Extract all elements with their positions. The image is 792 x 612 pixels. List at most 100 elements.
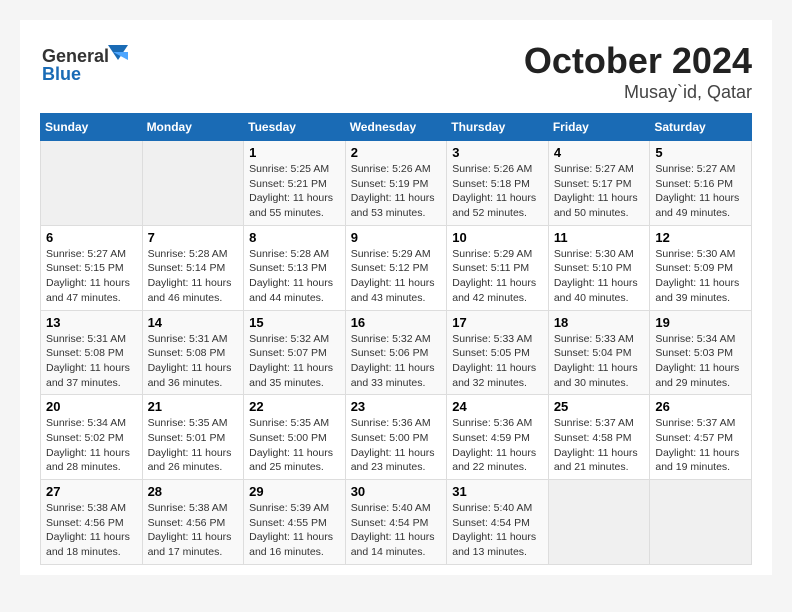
day-number: 9 (351, 230, 442, 245)
cell-info: Sunrise: 5:29 AMSunset: 5:11 PMDaylight:… (452, 247, 543, 306)
day-number: 13 (46, 315, 137, 330)
calendar-cell: 2 Sunrise: 5:26 AMSunset: 5:19 PMDaylight… (345, 141, 447, 226)
calendar-cell: 19 Sunrise: 5:34 AMSunset: 5:03 PMDayligh… (650, 310, 752, 395)
header-row: Sunday Monday Tuesday Wednesday Thursday… (41, 114, 752, 141)
col-sunday: Sunday (41, 114, 143, 141)
day-number: 14 (148, 315, 239, 330)
day-number: 28 (148, 484, 239, 499)
calendar-cell: 24 Sunrise: 5:36 AMSunset: 4:59 PMDayligh… (447, 395, 549, 480)
calendar-cell: 17 Sunrise: 5:33 AMSunset: 5:05 PMDayligh… (447, 310, 549, 395)
calendar-page: General Blue October 2024 Musay`id, Qata… (20, 20, 772, 575)
cell-info: Sunrise: 5:40 AMSunset: 4:54 PMDaylight:… (351, 501, 442, 560)
calendar-cell: 6Sunrise: 5:27 AMSunset: 5:15 PMDaylight… (41, 225, 143, 310)
day-number: 6 (46, 230, 137, 245)
calendar-cell: 13Sunrise: 5:31 AMSunset: 5:08 PMDayligh… (41, 310, 143, 395)
calendar-row: 27 Sunrise: 5:38 AMSunset: 4:56 PMDayligh… (41, 480, 752, 565)
calendar-cell (548, 480, 650, 565)
cell-info: Sunrise: 5:28 AMSunset: 5:14 PMDaylight:… (148, 247, 239, 306)
cell-info: Sunrise: 5:27 AMSunset: 5:17 PMDaylight:… (554, 162, 645, 221)
day-number: 18 (554, 315, 645, 330)
day-number: 16 (351, 315, 442, 330)
cell-info: Sunrise: 5:32 AMSunset: 5:07 PMDaylight:… (249, 332, 340, 391)
day-number: 22 (249, 399, 340, 414)
cell-info: Sunrise: 5:27 AMSunset: 5:16 PMDaylight:… (655, 162, 746, 221)
cell-info: Sunrise: 5:37 AMSunset: 4:58 PMDaylight:… (554, 416, 645, 475)
cell-info: Sunrise: 5:37 AMSunset: 4:57 PMDaylight:… (655, 416, 746, 475)
cell-info: Sunrise: 5:38 AMSunset: 4:56 PMDaylight:… (46, 501, 137, 560)
cell-info: Sunrise: 5:29 AMSunset: 5:12 PMDaylight:… (351, 247, 442, 306)
logo: General Blue (40, 40, 130, 85)
calendar-table: Sunday Monday Tuesday Wednesday Thursday… (40, 113, 752, 565)
day-number: 31 (452, 484, 543, 499)
calendar-cell: 22 Sunrise: 5:35 AMSunset: 5:00 PMDayligh… (244, 395, 346, 480)
calendar-cell: 23 Sunrise: 5:36 AMSunset: 5:00 PMDayligh… (345, 395, 447, 480)
cell-info: Sunrise: 5:34 AMSunset: 5:02 PMDaylight:… (46, 416, 137, 475)
logo-svg: General Blue (40, 40, 130, 85)
day-number: 17 (452, 315, 543, 330)
col-saturday: Saturday (650, 114, 752, 141)
calendar-cell: 12Sunrise: 5:30 AMSunset: 5:09 PMDayligh… (650, 225, 752, 310)
cell-info: Sunrise: 5:34 AMSunset: 5:03 PMDaylight:… (655, 332, 746, 391)
day-number: 1 (249, 145, 340, 160)
calendar-cell: 5Sunrise: 5:27 AMSunset: 5:16 PMDaylight… (650, 141, 752, 226)
col-friday: Friday (548, 114, 650, 141)
calendar-row: 6Sunrise: 5:27 AMSunset: 5:15 PMDaylight… (41, 225, 752, 310)
day-number: 25 (554, 399, 645, 414)
day-number: 20 (46, 399, 137, 414)
cell-info: Sunrise: 5:33 AMSunset: 5:04 PMDaylight:… (554, 332, 645, 391)
day-number: 21 (148, 399, 239, 414)
calendar-cell: 16 Sunrise: 5:32 AMSunset: 5:06 PMDayligh… (345, 310, 447, 395)
month-title: October 2024 (524, 40, 752, 82)
day-number: 10 (452, 230, 543, 245)
cell-info: Sunrise: 5:30 AMSunset: 5:10 PMDaylight:… (554, 247, 645, 306)
title-block: October 2024 Musay`id, Qatar (524, 40, 752, 103)
svg-text:Blue: Blue (42, 64, 81, 84)
day-number: 4 (554, 145, 645, 160)
calendar-cell: 25 Sunrise: 5:37 AMSunset: 4:58 PMDayligh… (548, 395, 650, 480)
day-number: 7 (148, 230, 239, 245)
cell-info: Sunrise: 5:36 AMSunset: 5:00 PMDaylight:… (351, 416, 442, 475)
day-number: 8 (249, 230, 340, 245)
col-tuesday: Tuesday (244, 114, 346, 141)
day-number: 30 (351, 484, 442, 499)
calendar-cell: 26 Sunrise: 5:37 AMSunset: 4:57 PMDayligh… (650, 395, 752, 480)
calendar-cell (650, 480, 752, 565)
calendar-cell: 8 Sunrise: 5:28 AMSunset: 5:13 PMDaylight… (244, 225, 346, 310)
cell-info: Sunrise: 5:30 AMSunset: 5:09 PMDaylight:… (655, 247, 746, 306)
day-number: 29 (249, 484, 340, 499)
day-number: 19 (655, 315, 746, 330)
day-number: 27 (46, 484, 137, 499)
calendar-cell: 10 Sunrise: 5:29 AMSunset: 5:11 PMDayligh… (447, 225, 549, 310)
day-number: 26 (655, 399, 746, 414)
cell-info: Sunrise: 5:32 AMSunset: 5:06 PMDaylight:… (351, 332, 442, 391)
calendar-row: 1 Sunrise: 5:25 AMSunset: 5:21 PMDaylight… (41, 141, 752, 226)
cell-info: Sunrise: 5:26 AMSunset: 5:19 PMDaylight:… (351, 162, 442, 221)
calendar-cell: 3 Sunrise: 5:26 AMSunset: 5:18 PMDaylight… (447, 141, 549, 226)
cell-info: Sunrise: 5:38 AMSunset: 4:56 PMDaylight:… (148, 501, 239, 560)
cell-info: Sunrise: 5:25 AMSunset: 5:21 PMDaylight:… (249, 162, 340, 221)
calendar-cell: 27 Sunrise: 5:38 AMSunset: 4:56 PMDayligh… (41, 480, 143, 565)
cell-info: Sunrise: 5:35 AMSunset: 5:00 PMDaylight:… (249, 416, 340, 475)
cell-info: Sunrise: 5:36 AMSunset: 4:59 PMDaylight:… (452, 416, 543, 475)
day-number: 3 (452, 145, 543, 160)
cell-info: Sunrise: 5:40 AMSunset: 4:54 PMDaylight:… (452, 501, 543, 560)
cell-info: Sunrise: 5:26 AMSunset: 5:18 PMDaylight:… (452, 162, 543, 221)
calendar-cell: 21Sunrise: 5:35 AMSunset: 5:01 PMDayligh… (142, 395, 244, 480)
day-number: 23 (351, 399, 442, 414)
calendar-cell: 30 Sunrise: 5:40 AMSunset: 4:54 PMDayligh… (345, 480, 447, 565)
calendar-cell (41, 141, 143, 226)
calendar-cell: 14 Sunrise: 5:31 AMSunset: 5:08 PMDayligh… (142, 310, 244, 395)
calendar-cell: 29Sunrise: 5:39 AMSunset: 4:55 PMDayligh… (244, 480, 346, 565)
calendar-cell: 28 Sunrise: 5:38 AMSunset: 4:56 PMDayligh… (142, 480, 244, 565)
cell-info: Sunrise: 5:28 AMSunset: 5:13 PMDaylight:… (249, 247, 340, 306)
col-monday: Monday (142, 114, 244, 141)
cell-info: Sunrise: 5:33 AMSunset: 5:05 PMDaylight:… (452, 332, 543, 391)
calendar-row: 20 Sunrise: 5:34 AMSunset: 5:02 PMDayligh… (41, 395, 752, 480)
day-number: 15 (249, 315, 340, 330)
calendar-cell: 18 Sunrise: 5:33 AMSunset: 5:04 PMDayligh… (548, 310, 650, 395)
calendar-cell: 4 Sunrise: 5:27 AMSunset: 5:17 PMDaylight… (548, 141, 650, 226)
day-number: 24 (452, 399, 543, 414)
calendar-cell: 7 Sunrise: 5:28 AMSunset: 5:14 PMDaylight… (142, 225, 244, 310)
day-number: 2 (351, 145, 442, 160)
cell-info: Sunrise: 5:31 AMSunset: 5:08 PMDaylight:… (148, 332, 239, 391)
